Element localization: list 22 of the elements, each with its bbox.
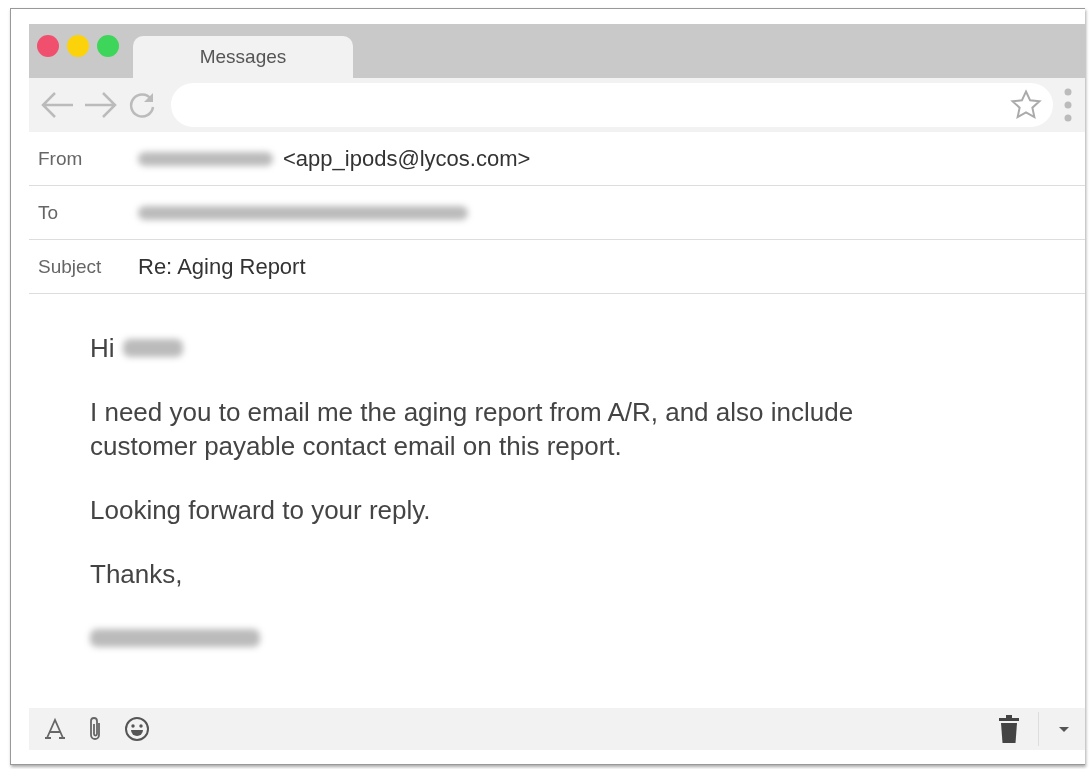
field-value: <app_ipods@lycos.com> <box>283 145 531 172</box>
reload-icon[interactable] <box>127 90 157 120</box>
browser-tab[interactable]: Messages <box>133 36 353 78</box>
message-text: Thanks, <box>90 558 183 591</box>
field-label: From <box>38 147 84 170</box>
message-text: I need you to email me the aging report from A/R, and also include customer payable contact email on this report. <box>90 396 854 463</box>
field-label: Subject <box>38 255 103 278</box>
field-value: Re: Aging Report <box>138 253 306 280</box>
star-icon[interactable] <box>1009 88 1043 122</box>
smiley-icon[interactable] <box>123 715 151 743</box>
caret-icon[interactable] <box>1057 724 1071 734</box>
back-icon[interactable] <box>39 90 75 120</box>
maximize-button[interactable] <box>97 35 119 57</box>
text-format-icon[interactable] <box>43 717 67 741</box>
field-label: To <box>38 201 60 224</box>
message-text: Hi <box>90 332 115 365</box>
message-text: Looking forward to your reply. <box>90 494 431 527</box>
forward-icon[interactable] <box>83 90 119 120</box>
blurred-text <box>122 339 183 357</box>
trash-icon[interactable] <box>998 714 1020 744</box>
close-button[interactable] <box>37 35 59 57</box>
minimize-button[interactable] <box>67 35 89 57</box>
